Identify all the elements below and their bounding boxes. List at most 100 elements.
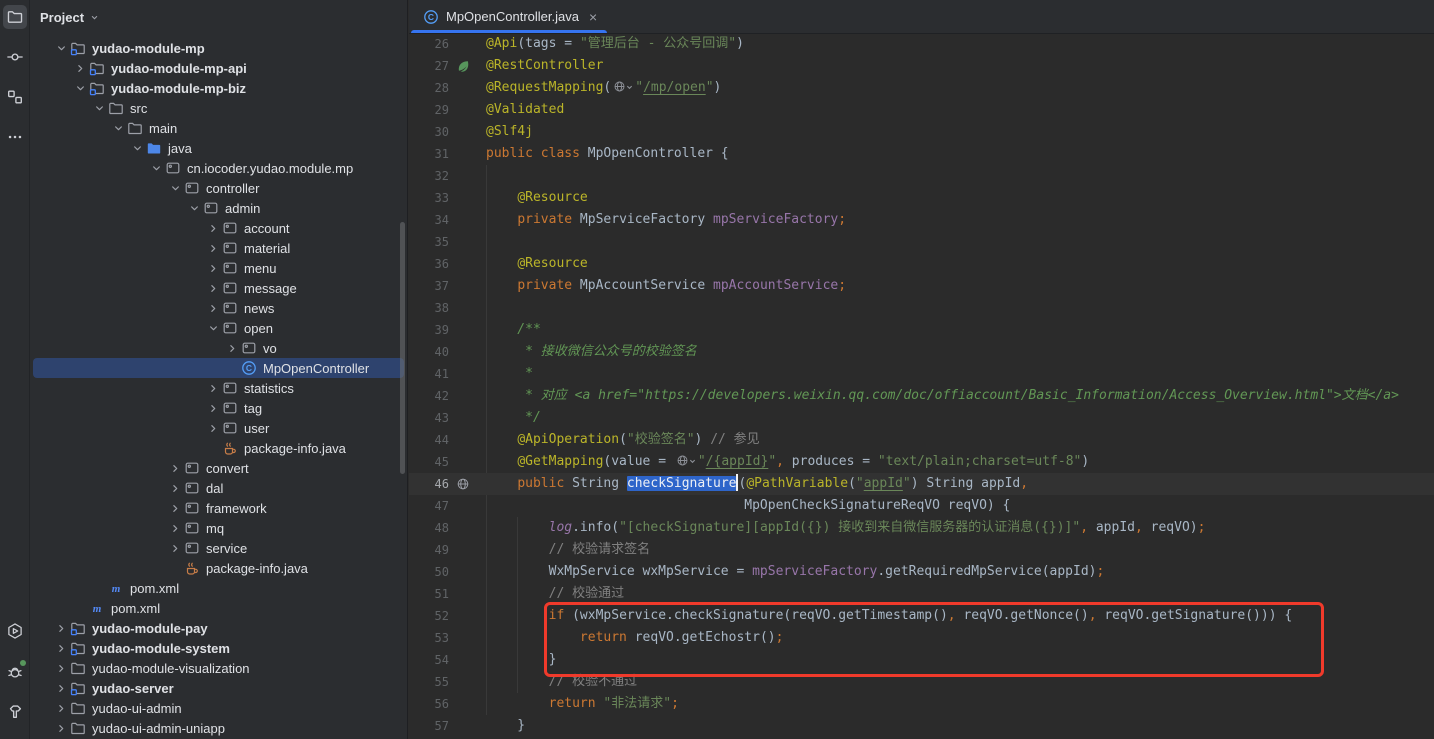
tree-item-framework[interactable]: framework bbox=[33, 498, 404, 518]
tree-item-vo[interactable]: vo bbox=[33, 338, 404, 358]
code-text: if (wxMpService.checkSignature(reqVO.get… bbox=[486, 605, 1292, 627]
code-text: @GetMapping(value = "/{appId}", produces… bbox=[486, 451, 1089, 473]
tree-item-main[interactable]: main bbox=[33, 118, 404, 138]
chevron-collapsed-icon[interactable] bbox=[167, 500, 184, 516]
chevron-collapsed-icon[interactable] bbox=[53, 660, 70, 676]
endpoint-globe-inlay-icon[interactable] bbox=[674, 454, 698, 467]
code-line-28: 28@RequestMapping("/mp/open") bbox=[409, 77, 1434, 99]
tree-item-service[interactable]: service bbox=[33, 538, 404, 558]
chevron-collapsed-icon[interactable] bbox=[167, 460, 184, 476]
tree-item-user[interactable]: user bbox=[33, 418, 404, 438]
chevron-expanded-icon[interactable] bbox=[148, 160, 165, 176]
tree-item-news[interactable]: news bbox=[33, 298, 404, 318]
package-icon bbox=[184, 460, 200, 476]
chevron-expanded-icon[interactable] bbox=[205, 320, 222, 336]
tree-item-convert[interactable]: convert bbox=[33, 458, 404, 478]
tree-item-open[interactable]: open bbox=[33, 318, 404, 338]
chevron-collapsed-icon[interactable] bbox=[205, 280, 222, 296]
editor[interactable]: C MpOpenController.java × 26@Api(tags = … bbox=[409, 0, 1434, 739]
endpoint-globe-inlay-icon[interactable] bbox=[611, 80, 635, 93]
endpoint-gutter-icon[interactable] bbox=[449, 473, 486, 495]
tree-item-statistics[interactable]: statistics bbox=[33, 378, 404, 398]
chevron-collapsed-icon[interactable] bbox=[205, 420, 222, 436]
project-panel-title[interactable]: Project bbox=[40, 10, 84, 25]
tree-item-yudao-module-mp-api[interactable]: yudao-module-mp-api bbox=[33, 58, 404, 78]
chevron-collapsed-icon[interactable] bbox=[72, 60, 89, 76]
tree-item-yudao-module-pay[interactable]: yudao-module-pay bbox=[33, 618, 404, 638]
tree-item-yudao-module-mp[interactable]: yudao-module-mp bbox=[33, 38, 404, 58]
tree-item-yudao-ui-admin[interactable]: yudao-ui-admin bbox=[33, 698, 404, 718]
tree-item-cn-iocoder-yudao-module-mp[interactable]: cn.iocoder.yudao.module.mp bbox=[33, 158, 404, 178]
hide-panel-button[interactable] bbox=[379, 9, 395, 25]
tree-item-message[interactable]: message bbox=[33, 278, 404, 298]
tree-item-mq[interactable]: mq bbox=[33, 518, 404, 538]
tree-item-dal[interactable]: dal bbox=[33, 478, 404, 498]
chevron-expanded-icon[interactable] bbox=[110, 120, 127, 136]
chevron-collapsed-icon[interactable] bbox=[167, 480, 184, 496]
tree-item-yudao-module-system[interactable]: yudao-module-system bbox=[33, 638, 404, 658]
tree-item-pom-xml[interactable]: mpom.xml bbox=[33, 578, 404, 598]
tree-item-admin[interactable]: admin bbox=[33, 198, 404, 218]
chevron-collapsed-icon[interactable] bbox=[53, 620, 70, 636]
tree-item-label: yudao-module-visualization bbox=[92, 661, 250, 676]
options-button[interactable] bbox=[352, 9, 368, 25]
line-number: 30 bbox=[409, 121, 449, 143]
chevron-collapsed-icon[interactable] bbox=[205, 300, 222, 316]
chevron-collapsed-icon[interactable] bbox=[167, 540, 184, 556]
selected-text: checkSignature bbox=[627, 476, 737, 491]
chevron-expanded-icon[interactable] bbox=[167, 180, 184, 196]
tree-item-mpopencontroller[interactable]: CMpOpenController bbox=[33, 358, 404, 378]
chevron-expanded-icon[interactable] bbox=[91, 100, 108, 116]
tree-item-java[interactable]: java bbox=[33, 138, 404, 158]
chevron-collapsed-icon[interactable] bbox=[205, 220, 222, 236]
code-text: @Resource bbox=[486, 187, 588, 209]
tree-item-yudao-module-visualization[interactable]: yudao-module-visualization bbox=[33, 658, 404, 678]
tree-item-yudao-module-mp-biz[interactable]: yudao-module-mp-biz bbox=[33, 78, 404, 98]
tree-item-package-info-java[interactable]: package-info.java bbox=[33, 558, 404, 578]
chevron-collapsed-icon[interactable] bbox=[53, 720, 70, 736]
chevron-down-icon[interactable] bbox=[88, 11, 101, 24]
code-line-57: 57 } bbox=[409, 715, 1434, 737]
chevron-collapsed-icon[interactable] bbox=[53, 700, 70, 716]
project-button[interactable] bbox=[3, 5, 27, 29]
structure-button[interactable] bbox=[3, 85, 27, 109]
locate-file-button[interactable] bbox=[271, 9, 287, 25]
tree-item-yudao-ui-admin-uniapp[interactable]: yudao-ui-admin-uniapp bbox=[33, 718, 404, 738]
chevron-collapsed-icon[interactable] bbox=[205, 240, 222, 256]
tree-item-src[interactable]: src bbox=[33, 98, 404, 118]
tree-item-controller[interactable]: controller bbox=[33, 178, 404, 198]
tree-item-yudao-server[interactable]: yudao-server bbox=[33, 678, 404, 698]
editor-tab[interactable]: C MpOpenController.java × bbox=[409, 0, 609, 33]
tree-item-tag[interactable]: tag bbox=[33, 398, 404, 418]
tree-item-material[interactable]: material bbox=[33, 238, 404, 258]
chevron-collapsed-icon[interactable] bbox=[224, 340, 241, 356]
tree-item-account[interactable]: account bbox=[33, 218, 404, 238]
expand-all-button[interactable] bbox=[298, 9, 314, 25]
chevron-expanded-icon[interactable] bbox=[72, 80, 89, 96]
chevron-collapsed-icon[interactable] bbox=[205, 380, 222, 396]
spring-gutter-icon[interactable] bbox=[449, 55, 486, 77]
chevron-collapsed-icon[interactable] bbox=[53, 680, 70, 696]
chevron-expanded-icon[interactable] bbox=[53, 40, 70, 56]
line-number: 35 bbox=[409, 231, 449, 253]
tree-item-label: yudao-module-mp bbox=[92, 41, 205, 56]
tab-close-icon[interactable]: × bbox=[589, 10, 597, 24]
tree-scrollbar[interactable] bbox=[400, 222, 405, 474]
services-button[interactable] bbox=[3, 619, 27, 643]
profiler-button[interactable] bbox=[3, 659, 27, 683]
code-area[interactable]: 26@Api(tags = "管理后台 - 公众号回调")27@RestCont… bbox=[409, 33, 1434, 739]
build-button[interactable] bbox=[3, 699, 27, 723]
chevron-collapsed-icon[interactable] bbox=[167, 520, 184, 536]
collapse-all-button[interactable] bbox=[325, 9, 341, 25]
tree-item-package-info-java[interactable]: package-info.java bbox=[33, 438, 404, 458]
chevron-expanded-icon[interactable] bbox=[129, 140, 146, 156]
tree-item-menu[interactable]: menu bbox=[33, 258, 404, 278]
gutter-spacer bbox=[449, 275, 486, 297]
chevron-expanded-icon[interactable] bbox=[186, 200, 203, 216]
tree-item-pom-xml[interactable]: mpom.xml bbox=[33, 598, 404, 618]
more-tools-button[interactable] bbox=[3, 125, 27, 149]
chevron-collapsed-icon[interactable] bbox=[205, 260, 222, 276]
chevron-collapsed-icon[interactable] bbox=[53, 640, 70, 656]
chevron-collapsed-icon[interactable] bbox=[205, 400, 222, 416]
commit-button[interactable] bbox=[3, 45, 27, 69]
